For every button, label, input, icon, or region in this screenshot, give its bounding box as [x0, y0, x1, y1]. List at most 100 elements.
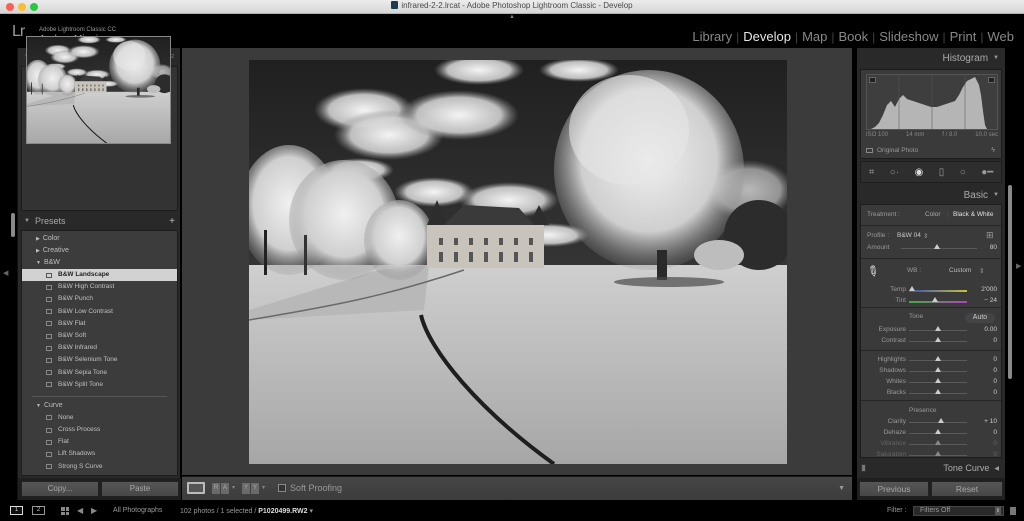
amount-slider-thumb[interactable] [933, 244, 940, 249]
graduated-filter-icon[interactable]: ▯ [939, 167, 945, 178]
histogram-graph[interactable] [866, 74, 998, 130]
highlights-slider-thumb[interactable] [935, 356, 941, 361]
module-library[interactable]: Library [688, 29, 736, 44]
temp-value[interactable]: 2'000 [981, 286, 997, 293]
soft-proofing-checkbox[interactable] [278, 484, 286, 492]
filmstrip-info[interactable]: 102 photos / 1 selected / P1020499.RW2 ▾ [180, 507, 313, 515]
highlights-slider[interactable]: Highlights 0 [861, 355, 1001, 365]
amount-value[interactable]: 80 [990, 244, 997, 251]
preset-item[interactable]: B&W Split Tone [22, 379, 177, 391]
shadows-slider[interactable]: Shadows 0 [861, 366, 1001, 376]
tint-slider[interactable]: Tint − 24 [861, 296, 1001, 306]
image-canvas[interactable] [182, 48, 852, 475]
vibrance-slider-thumb[interactable] [935, 440, 941, 445]
preset-item[interactable]: B&W High Contrast [22, 281, 177, 293]
preset-item[interactable]: B&W Sepia Tone [22, 367, 177, 379]
treatment-bw-option[interactable]: Black & White [953, 211, 993, 218]
red-eye-correction-icon[interactable]: ◉ [915, 167, 924, 178]
preset-item[interactable]: Cross Process [22, 424, 177, 436]
clarity-slider-thumb[interactable] [937, 418, 944, 423]
presets-header[interactable]: ▼ Presets + [18, 212, 181, 230]
radial-filter-icon[interactable]: ○ [960, 167, 966, 178]
contrast-slider-thumb[interactable] [935, 337, 941, 342]
profile-dropdown[interactable]: B&W 04 [897, 232, 921, 239]
basic-header[interactable]: Basic ▼ [857, 185, 1005, 205]
preset-folder[interactable]: ▶ Color [22, 233, 177, 245]
collapse-top-panel-icon[interactable]: ▲ [509, 14, 515, 20]
folder-expanded-icon[interactable]: ▼ [36, 260, 41, 266]
vibrance-value[interactable]: 0 [993, 440, 997, 447]
loupe-view-button[interactable] [187, 482, 205, 494]
preset-item[interactable]: B&W Selenium Tone [22, 354, 177, 366]
preset-folder[interactable]: ▼ B&W [22, 257, 177, 269]
filmstrip-source[interactable]: All Photographs [113, 507, 162, 514]
auto-tone-button[interactable]: Auto [965, 313, 995, 323]
before-after-mode-button[interactable]: YY [242, 483, 259, 494]
collapse-left-panel-icon[interactable]: ◀ [3, 269, 8, 277]
saturation-slider[interactable]: Saturation 0 [861, 450, 1001, 457]
clarity-value[interactable]: + 10 [984, 418, 997, 425]
white-balance-selector-icon[interactable]: ✎ [863, 261, 883, 282]
paste-settings-button[interactable]: Paste [101, 481, 179, 497]
exposure-slider-thumb[interactable] [935, 326, 941, 331]
tone-curve-header[interactable]: Tone Curve ◀ [857, 460, 1005, 476]
whites-slider[interactable]: Whites 0 [861, 377, 1001, 387]
tint-value[interactable]: − 24 [984, 297, 997, 304]
tone-curve-enable-switch[interactable] [861, 464, 866, 472]
exposure-value[interactable]: 0.00 [984, 326, 997, 333]
collapse-triangle-icon[interactable]: ▼ [993, 55, 999, 61]
preset-item[interactable]: B&W Soft [22, 330, 177, 342]
blacks-value[interactable]: 0 [993, 389, 997, 396]
saturation-slider-thumb[interactable] [935, 451, 941, 456]
preset-item[interactable]: Strong S Curve [22, 461, 177, 473]
copy-settings-button[interactable]: Copy... [21, 481, 99, 497]
preset-folder[interactable]: ▼ Curve [22, 400, 177, 412]
vibrance-slider[interactable]: Vibrance 0 [861, 439, 1001, 449]
add-preset-icon[interactable]: + [169, 216, 175, 227]
preset-item[interactable]: B&W Flat [22, 318, 177, 330]
tint-slider-thumb[interactable] [932, 297, 939, 302]
right-panel-scrollbar[interactable] [1008, 185, 1012, 379]
before-after-button[interactable]: RA [212, 483, 229, 494]
toolbar-content-menu-icon[interactable]: ▼ [838, 485, 845, 492]
blacks-slider-thumb[interactable] [935, 389, 941, 394]
mode-dropdown-icon[interactable]: ▾ [262, 484, 265, 491]
saturation-value[interactable]: 0 [993, 451, 997, 457]
folder-collapsed-icon[interactable]: ▶ [36, 236, 40, 242]
navigator-thumbnail[interactable] [26, 36, 171, 144]
contrast-value[interactable]: 0 [993, 337, 997, 344]
filter-dropdown[interactable]: Filters Off ⇕ [913, 506, 1004, 516]
forward-arrow-icon[interactable]: ▶ [91, 506, 97, 515]
preset-item[interactable]: B&W Landscape [22, 269, 177, 282]
wb-dropdown-arrows-icon[interactable]: ⇕ [979, 267, 984, 275]
secondary-display-button[interactable]: 2 [32, 506, 45, 515]
wb-dropdown[interactable]: Custom [949, 267, 971, 274]
preset-item[interactable]: B&W Punch [22, 293, 177, 305]
clarity-slider[interactable]: Clarity + 10 [861, 417, 1001, 427]
whites-slider-thumb[interactable] [935, 378, 941, 383]
dehaze-slider[interactable]: Dehaze 0 [861, 428, 1001, 438]
preset-folder[interactable]: ▶ Creative [22, 245, 177, 257]
grid-view-icon[interactable] [61, 507, 69, 515]
module-map[interactable]: Map [798, 29, 831, 44]
whites-value[interactable]: 0 [993, 378, 997, 385]
module-develop[interactable]: Develop [739, 29, 795, 44]
adjustment-brush-icon[interactable]: ●━ [981, 167, 993, 178]
back-arrow-icon[interactable]: ◀ [77, 506, 83, 515]
filter-lock-icon[interactable] [1010, 507, 1016, 515]
folder-expanded-icon[interactable]: ▼ [36, 403, 41, 409]
shadows-slider-thumb[interactable] [935, 367, 941, 372]
before-after-dropdown-icon[interactable]: ▾ [232, 484, 235, 491]
module-web[interactable]: Web [984, 29, 1019, 44]
left-panel-scrollbar[interactable] [11, 213, 15, 237]
preset-item[interactable]: B&W Low Contrast [22, 306, 177, 318]
preset-item[interactable]: B&W Infrared [22, 342, 177, 354]
dehaze-value[interactable]: 0 [993, 429, 997, 436]
histogram-header[interactable]: Histogram ▼ [857, 48, 1005, 68]
blacks-slider[interactable]: Blacks 0 [861, 388, 1001, 398]
preset-item[interactable]: Lift Shadows [22, 448, 177, 460]
collapse-right-panel-icon[interactable]: ▶ [1016, 262, 1021, 270]
collapse-triangle-icon[interactable]: ▼ [993, 192, 999, 198]
temp-slider-track[interactable] [909, 290, 967, 292]
highlights-value[interactable]: 0 [993, 356, 997, 363]
